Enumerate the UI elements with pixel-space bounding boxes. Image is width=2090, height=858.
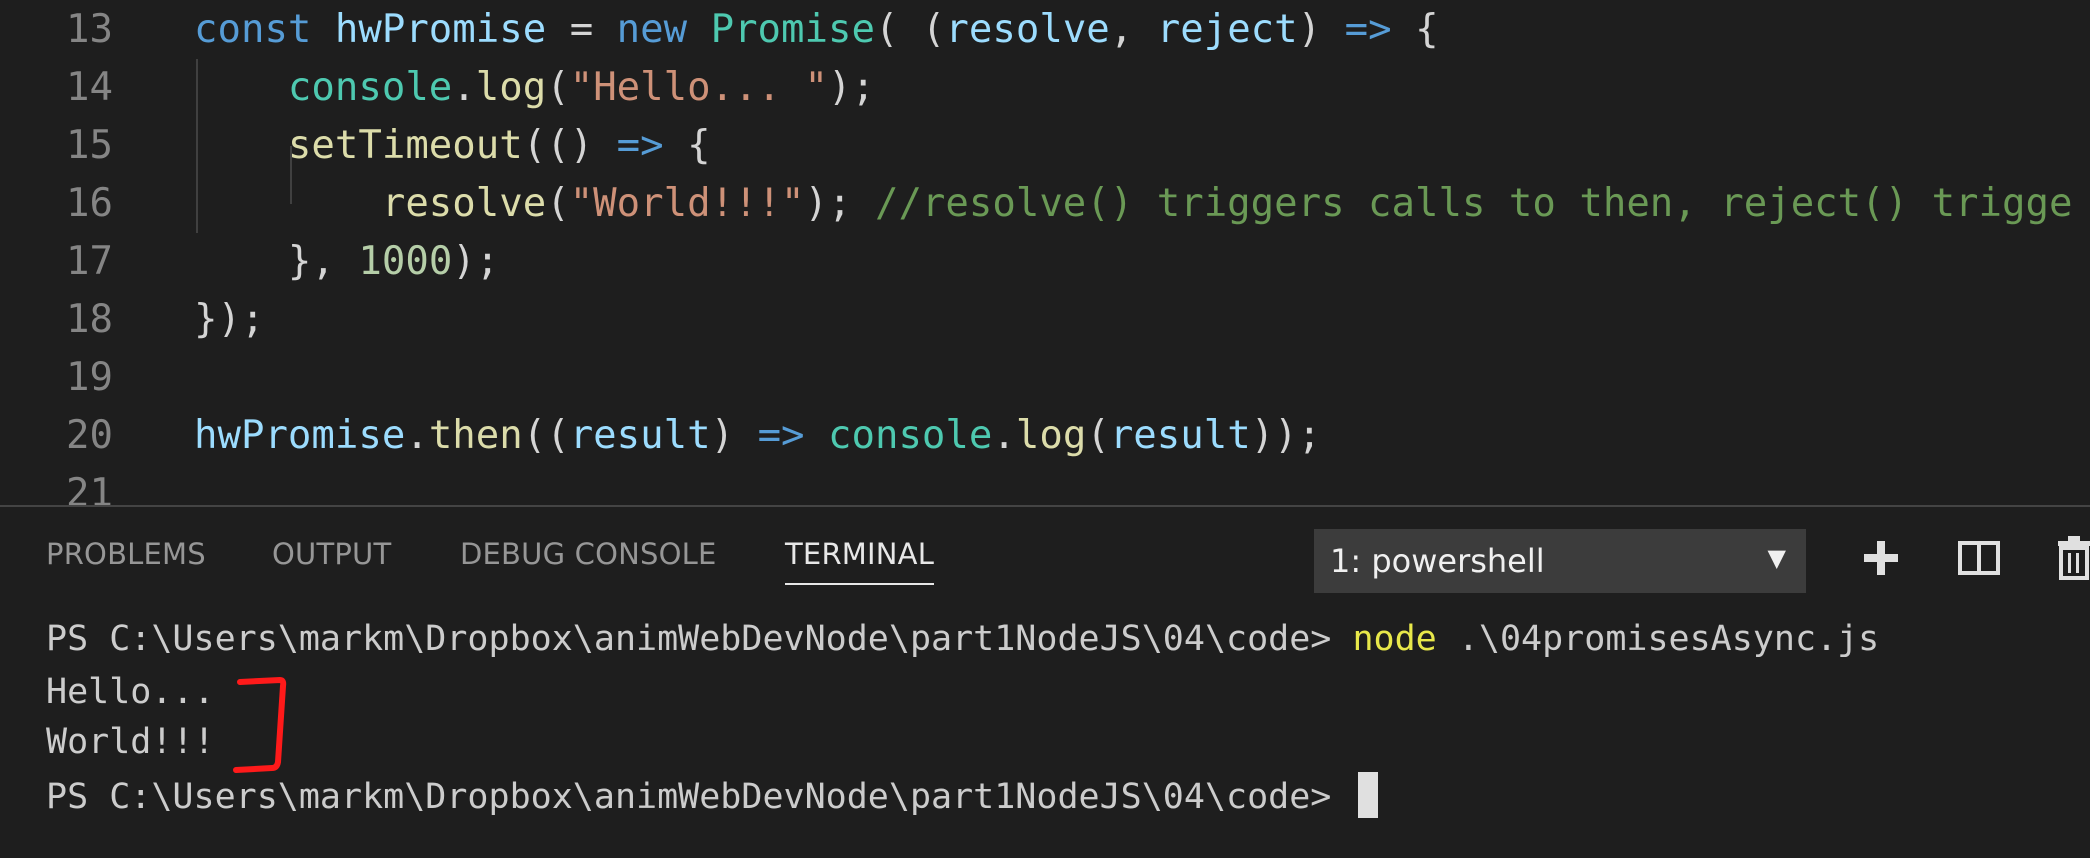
line-number: 19 xyxy=(66,355,113,400)
code-text: const hwPromise = new Promise( (resolve,… xyxy=(194,7,1439,52)
code-text: setTimeout(() => { xyxy=(287,123,711,168)
code-line[interactable]: 19 xyxy=(0,349,2090,407)
indent-guide xyxy=(290,146,292,204)
code-line[interactable]: 17 }, 1000); xyxy=(0,233,2090,291)
terminal-command: node xyxy=(1352,619,1437,659)
split-icon[interactable] xyxy=(1956,533,2002,583)
terminal-command-line: PS C:\Users\markm\Dropbox\animWebDevNode… xyxy=(46,614,1879,664)
line-number: 13 xyxy=(66,7,113,52)
terminal-args: .\04promisesAsync.js xyxy=(1436,619,1880,659)
dropdown-arrow-icon: ▼ xyxy=(1767,544,1786,572)
line-number: 15 xyxy=(66,123,113,168)
code-line[interactable]: 18}); xyxy=(0,291,2090,349)
tab-output[interactable]: OUTPUT xyxy=(272,537,391,571)
tab-terminal[interactable]: TERMINAL xyxy=(785,537,935,585)
terminal-prompt-2: PS C:\Users\markm\Dropbox\animWebDevNode… xyxy=(46,777,1353,817)
code-line[interactable]: 15 setTimeout(() => { xyxy=(0,117,2090,175)
terminal-prompt-line[interactable]: PS C:\Users\markm\Dropbox\animWebDevNode… xyxy=(46,772,1379,822)
code-line[interactable]: 20 hwPromise.then((result) => console.log… xyxy=(0,407,2090,465)
line-number: 17 xyxy=(66,239,113,284)
code-line[interactable]: 14 console.log("Hello... "); xyxy=(0,59,2090,117)
code-line[interactable]: 16 resolve("World!!!"); //resolve() trig… xyxy=(0,175,2090,233)
line-number: 18 xyxy=(66,297,113,342)
red-bracket-annotation xyxy=(233,677,287,773)
line-number: 14 xyxy=(66,65,113,110)
terminal-output-hello: Hello... xyxy=(46,672,215,712)
code-line[interactable]: 21 xyxy=(0,465,2090,505)
code-text: console.log("Hello... "); xyxy=(287,65,875,110)
tab-problems[interactable]: PROBLEMS xyxy=(46,537,206,571)
code-text: }); xyxy=(194,297,265,342)
terminal-output-world: World!!! xyxy=(46,722,215,762)
code-text: }, 1000); xyxy=(194,239,500,284)
plus-icon[interactable] xyxy=(1858,533,1904,583)
code-editor[interactable]: 13 const hwPromise = new Promise( (resolv… xyxy=(0,0,2090,505)
line-number: 16 xyxy=(66,181,113,226)
terminal-prompt: PS C:\Users\markm\Dropbox\animWebDevNode… xyxy=(46,619,1353,659)
line-number: 20 xyxy=(66,413,113,458)
tab-debug-console[interactable]: DEBUG CONSOLE xyxy=(460,537,717,571)
terminal-select[interactable]: 1: powershell ▼ xyxy=(1314,529,1806,593)
code-line[interactable]: 13 const hwPromise = new Promise( (resolv… xyxy=(0,1,2090,59)
code-text: resolve("World!!!"); //resolve() trigger… xyxy=(381,181,2073,226)
indent-guide xyxy=(196,59,198,233)
terminal-cursor xyxy=(1358,772,1379,818)
line-number: 21 xyxy=(66,471,113,505)
terminal-select-value: 1: powershell xyxy=(1330,542,1545,580)
code-text: hwPromise.then((result) => console.log(r… xyxy=(194,413,1322,458)
trash-icon[interactable] xyxy=(2052,533,2090,583)
